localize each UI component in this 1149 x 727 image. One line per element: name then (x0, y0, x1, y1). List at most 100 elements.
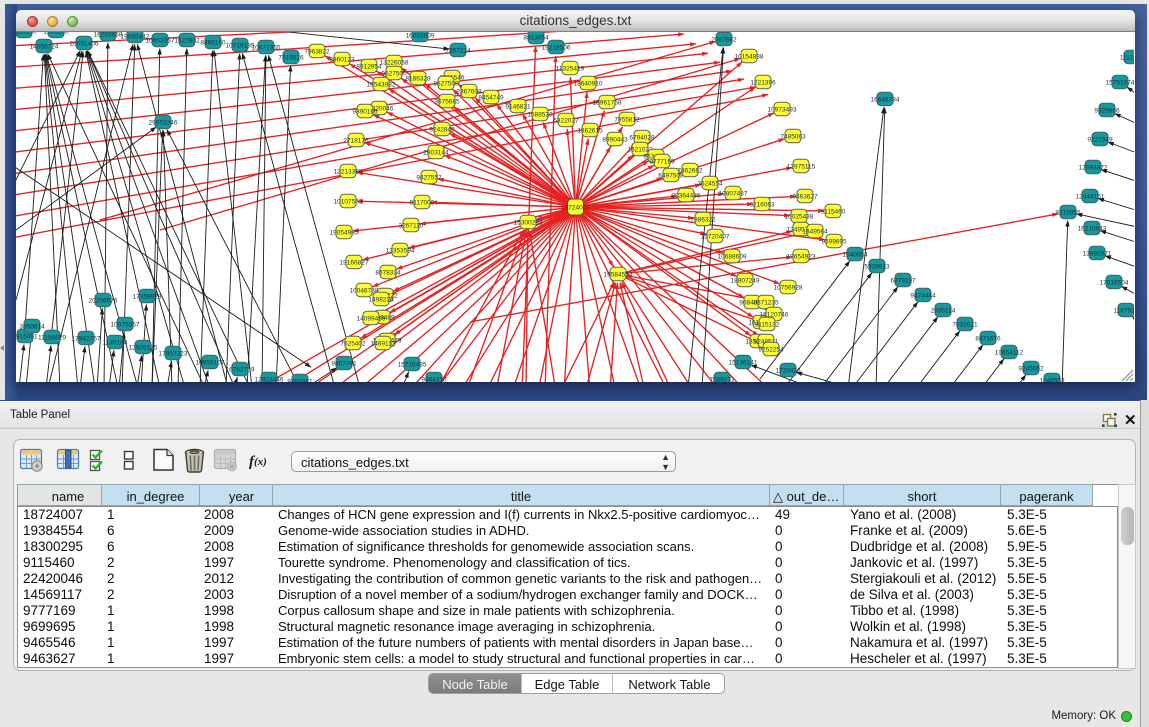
svg-text:1362615: 1362615 (577, 127, 603, 134)
svg-text:7086571: 7086571 (709, 376, 735, 382)
svg-text:15751074: 15751074 (1106, 79, 1134, 86)
svg-text:8454749: 8454749 (478, 94, 504, 101)
svg-text:16033809: 16033809 (406, 32, 435, 39)
svg-text:3675685: 3675685 (434, 98, 460, 105)
svg-text:10756928: 10756928 (774, 284, 803, 291)
svg-text:8912954: 8912954 (356, 63, 382, 70)
svg-text:10654112: 10654112 (995, 349, 1024, 356)
svg-text:6794028: 6794028 (629, 134, 655, 141)
svg-text:9427552: 9427552 (416, 174, 442, 181)
svg-text:17942757: 17942757 (72, 335, 101, 342)
svg-text:1349564: 1349564 (802, 228, 828, 235)
svg-text:29053346: 29053346 (149, 119, 178, 126)
svg-text:1221396: 1221396 (750, 79, 776, 86)
svg-text:1498226: 1498226 (368, 296, 394, 303)
svg-text:19166827: 19166827 (340, 259, 369, 266)
svg-text:9329966: 9329966 (1094, 107, 1120, 114)
svg-text:1640954: 1640954 (842, 251, 868, 258)
svg-text:13226058: 13226058 (380, 59, 409, 66)
svg-text:17957223: 17957223 (159, 350, 188, 357)
svg-text:10107553: 10107553 (334, 198, 363, 205)
svg-text:15136141: 15136141 (729, 359, 758, 366)
svg-text:11156829: 11156829 (38, 334, 66, 341)
svg-text:10653267: 10653267 (146, 37, 175, 44)
svg-text:8990443: 8990443 (602, 136, 628, 143)
svg-text:9146821: 9146821 (505, 103, 531, 110)
svg-text:3850614: 3850614 (19, 323, 45, 330)
svg-text:15716485: 15716485 (398, 361, 427, 368)
svg-text:10025438: 10025438 (785, 213, 814, 220)
svg-text:14099489: 14099489 (357, 315, 386, 322)
svg-text:7955812: 7955812 (614, 116, 640, 123)
svg-text:9890166: 9890166 (352, 108, 378, 115)
svg-text:1046553: 1046553 (1039, 377, 1065, 382)
svg-text:9463627: 9463627 (792, 193, 818, 200)
svg-text:10975867: 10975867 (111, 321, 140, 328)
svg-text:13692971: 13692971 (1083, 250, 1112, 257)
svg-text:1469113: 1469113 (371, 340, 396, 347)
svg-text:12213369: 12213369 (334, 168, 363, 175)
svg-text:9115132: 9115132 (755, 321, 780, 328)
svg-text:19584554: 19584554 (604, 271, 633, 278)
svg-text:20206576: 20206576 (89, 297, 118, 304)
svg-text:2935114: 2935114 (931, 307, 956, 314)
svg-text:9527508: 9527508 (433, 80, 459, 87)
svg-text:9464310: 9464310 (421, 376, 447, 382)
svg-text:9457791: 9457791 (331, 360, 357, 367)
svg-text:8471676: 8471676 (975, 335, 1001, 342)
svg-text:8813054: 8813054 (523, 34, 549, 41)
svg-text:10973493: 10973493 (768, 106, 797, 113)
svg-text:10671355: 10671355 (252, 44, 281, 51)
svg-text:1986238: 1986238 (43, 32, 69, 35)
svg-text:18640910: 18640910 (574, 80, 603, 87)
svg-text:1145194: 1145194 (103, 339, 128, 346)
svg-text:9115460: 9115460 (821, 208, 846, 215)
svg-text:2339130: 2339130 (16, 32, 37, 35)
svg-text:7963822: 7963822 (304, 48, 330, 55)
svg-text:10807487: 10807487 (719, 190, 748, 197)
svg-text:7032621: 7032621 (952, 321, 978, 328)
svg-text:9117006: 9117006 (410, 199, 435, 206)
svg-text:5938923: 5938923 (864, 263, 890, 270)
svg-text:2803144: 2803144 (423, 149, 449, 156)
svg-text:10958107: 10958107 (196, 359, 225, 366)
svg-text:3915401: 3915401 (16, 333, 38, 340)
svg-text:5322037: 5322037 (553, 117, 579, 124)
svg-text:1527602: 1527602 (174, 37, 200, 44)
svg-text:8466160: 8466160 (200, 39, 226, 46)
svg-text:2087682: 2087682 (711, 36, 737, 43)
svg-text:7357224: 7357224 (445, 47, 471, 54)
svg-text:13353594: 13353594 (386, 247, 415, 254)
svg-text:9777169: 9777169 (649, 158, 675, 165)
svg-text:1733426: 1733426 (775, 367, 801, 374)
svg-text:6216063: 6216063 (749, 201, 775, 208)
svg-text:18724007: 18724007 (561, 204, 590, 211)
svg-text:12975115: 12975115 (787, 163, 816, 170)
svg-text:1588520: 1588520 (527, 111, 553, 118)
svg-text:9474444: 9474444 (910, 292, 936, 299)
svg-text:6879197: 6879197 (890, 277, 916, 284)
svg-text:9355061: 9355061 (287, 378, 313, 382)
svg-text:20364436: 20364436 (672, 192, 701, 199)
svg-text:19218506: 19218506 (542, 44, 571, 51)
svg-text:8960123: 8960123 (329, 56, 355, 63)
svg-text:9699695: 9699695 (821, 238, 847, 245)
svg-text:20691406: 20691406 (70, 40, 99, 47)
svg-text:16210643: 16210643 (1078, 225, 1107, 232)
svg-text:16203658: 16203658 (94, 32, 123, 38)
svg-text:7485063: 7485063 (780, 133, 806, 140)
svg-text:18807249: 18807249 (731, 277, 760, 284)
svg-text:11325419: 11325419 (556, 65, 585, 72)
svg-text:7462662: 7462662 (677, 167, 703, 174)
svg-text:17359928: 17359928 (133, 293, 162, 300)
svg-text:14055724: 14055724 (30, 43, 59, 50)
svg-text:7986322: 7986322 (690, 216, 716, 223)
svg-text:7625402: 7625402 (340, 340, 366, 347)
svg-text:1167534: 1167534 (1114, 307, 1134, 314)
svg-text:15300293: 15300293 (514, 219, 543, 226)
svg-text:3267110: 3267110 (399, 222, 424, 229)
svg-text:17016504: 17016504 (1100, 279, 1129, 286)
svg-text:8215955: 8215955 (1055, 209, 1081, 216)
svg-text:16782759: 16782759 (226, 366, 255, 373)
svg-text:1112404: 1112404 (1120, 54, 1134, 61)
